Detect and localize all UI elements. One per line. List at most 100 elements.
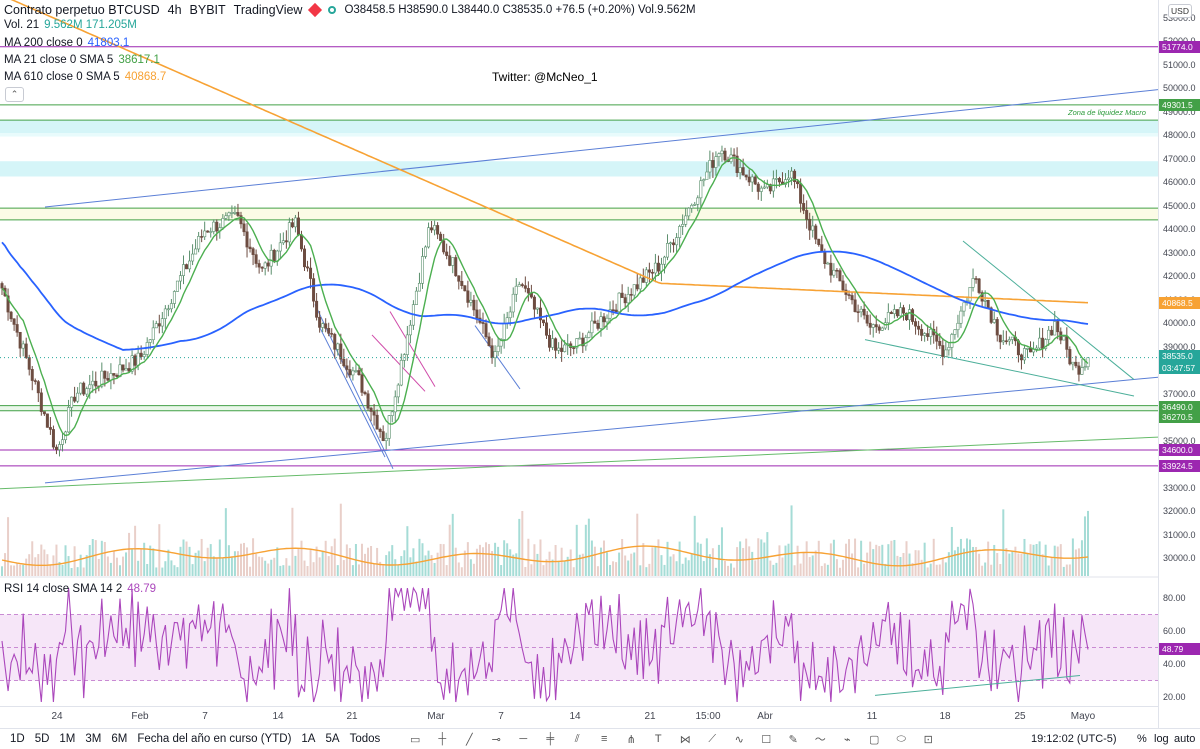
volume-bar bbox=[4, 553, 7, 576]
volume-bar bbox=[793, 565, 796, 576]
collapse-legend-button[interactable]: ⌃ bbox=[5, 87, 24, 102]
candle bbox=[1038, 337, 1042, 349]
candle bbox=[466, 290, 470, 303]
projection-icon[interactable]: ☐ bbox=[758, 731, 774, 747]
rsi-tick: 80.00 bbox=[1163, 593, 1186, 603]
percent-toggle[interactable]: % bbox=[1137, 733, 1147, 745]
volume-bar bbox=[720, 527, 723, 576]
log-toggle[interactable]: log bbox=[1154, 733, 1169, 745]
timeframe-button[interactable]: Fecha del año en curso (YTD) bbox=[137, 733, 291, 745]
price-chart[interactable] bbox=[0, 0, 1158, 728]
timeframe-button[interactable]: 1D bbox=[10, 733, 25, 745]
rectangle-icon[interactable]: ▢ bbox=[866, 731, 882, 747]
trendline-icon[interactable]: ╱ bbox=[461, 731, 477, 747]
elliott-icon[interactable]: ∿ bbox=[731, 731, 747, 747]
pattern-icon[interactable]: ⋈ bbox=[677, 731, 693, 747]
indicator-legend-ma21[interactable]: MA 21 close 0 SMA 5 38617.1 bbox=[4, 54, 160, 66]
liquidity-zone-label[interactable]: Zona de liquidez Macro bbox=[1068, 108, 1146, 117]
volume-bar bbox=[805, 541, 808, 576]
currency-button[interactable]: USD bbox=[1168, 4, 1192, 18]
volume-bar bbox=[606, 552, 609, 576]
time-tick: 18 bbox=[939, 711, 951, 722]
wave-icon[interactable]: 〜 bbox=[812, 731, 828, 747]
time-axis[interactable]: 24 Feb 7 14 21 Mar 7 14 21 15:00 Abr 11 18 25 Mayo bbox=[0, 706, 1158, 728]
candle bbox=[753, 176, 757, 185]
timeframe-button[interactable]: Todos bbox=[350, 733, 381, 745]
timeframe-button[interactable]: 1A bbox=[301, 733, 315, 745]
falling-wedge-upper bbox=[962, 240, 1135, 380]
rsi-tick: 40.00 bbox=[1163, 659, 1186, 669]
xabcd-icon[interactable]: ⟋ bbox=[704, 731, 720, 747]
volume-bar bbox=[739, 541, 742, 576]
calendar-icon[interactable]: ▭ bbox=[407, 731, 423, 747]
indicator-legend-ma610[interactable]: MA 610 close 0 SMA 5 40868.7 bbox=[4, 71, 166, 83]
volume-bar bbox=[1041, 554, 1044, 576]
volume-bar bbox=[929, 563, 932, 576]
flag-icon[interactable] bbox=[308, 2, 323, 18]
timeframe-button[interactable]: 3M bbox=[85, 733, 101, 745]
pitchfork-icon[interactable]: ⋔ bbox=[623, 731, 639, 747]
clock-display[interactable]: 19:12:02 (UTC-5) bbox=[1031, 733, 1117, 745]
twitter-annotation[interactable]: Twitter: @McNeo_1 bbox=[492, 70, 598, 84]
symbol-name[interactable]: Contrato perpetuo BTCUSD bbox=[4, 3, 160, 17]
candle bbox=[27, 357, 31, 370]
candle bbox=[962, 302, 966, 312]
volume-bar bbox=[769, 560, 772, 576]
candle bbox=[995, 319, 999, 336]
chart-area[interactable]: Contrato perpetuo BTCUSD 4h BYBIT Tradin… bbox=[0, 0, 1185, 728]
volume-bar bbox=[364, 553, 367, 576]
candle bbox=[747, 176, 751, 183]
candle bbox=[472, 299, 476, 311]
vertical-line-icon[interactable]: ╪ bbox=[542, 731, 558, 747]
candle bbox=[396, 384, 400, 398]
timeframe-button[interactable]: 6M bbox=[111, 733, 127, 745]
crosshair-icon[interactable]: ┼ bbox=[434, 731, 450, 747]
volume-bar bbox=[572, 567, 575, 576]
candle bbox=[439, 233, 443, 241]
candle bbox=[638, 277, 642, 290]
candle bbox=[587, 332, 591, 338]
volume-bar bbox=[297, 549, 300, 576]
volume-bar bbox=[106, 556, 109, 576]
horizontal-line-icon[interactable]: ─ bbox=[515, 731, 531, 747]
volume-bar bbox=[684, 557, 687, 576]
volume-bar bbox=[7, 517, 10, 576]
volume-bar bbox=[1053, 545, 1056, 576]
indicator-legend-ma200[interactable]: MA 200 close 0 41803.1 bbox=[4, 37, 129, 49]
candle bbox=[762, 186, 766, 189]
fib-icon[interactable]: ≡ bbox=[596, 731, 612, 747]
candle bbox=[369, 407, 373, 412]
candle bbox=[487, 336, 491, 347]
interval-label[interactable]: 4h bbox=[168, 3, 182, 17]
channel-icon[interactable]: ⫽ bbox=[569, 731, 585, 747]
text-icon[interactable]: T bbox=[650, 731, 666, 747]
timeframe-button[interactable]: 5D bbox=[35, 733, 50, 745]
volume-bar bbox=[757, 538, 760, 576]
path-icon[interactable]: ⌁ bbox=[839, 731, 855, 747]
candle bbox=[971, 278, 975, 288]
brush-icon[interactable]: ✎ bbox=[785, 731, 801, 747]
candle bbox=[901, 307, 905, 314]
timeframe-button[interactable]: 1M bbox=[59, 733, 75, 745]
candle bbox=[360, 374, 364, 393]
candle bbox=[1029, 348, 1033, 353]
timeframe-button[interactable]: 5A bbox=[325, 733, 339, 745]
candle bbox=[868, 322, 872, 328]
rsi-legend[interactable]: RSI 14 close SMA 14 2 48.79 bbox=[4, 583, 156, 595]
ellipse-icon[interactable]: ⬭ bbox=[893, 731, 909, 747]
price-tick: 48000.0 bbox=[1163, 130, 1196, 141]
volume-bar bbox=[569, 549, 572, 576]
indicator-legend-volume[interactable]: Vol. 21 9.562M 171.205M bbox=[4, 19, 137, 31]
volume-bar bbox=[1065, 564, 1068, 576]
volume-bar bbox=[624, 555, 627, 576]
candle bbox=[1025, 348, 1029, 350]
auto-toggle[interactable]: auto bbox=[1174, 733, 1195, 745]
candle bbox=[650, 271, 654, 274]
volume-bar bbox=[321, 550, 324, 576]
candle bbox=[938, 340, 942, 346]
polyline-icon[interactable]: ⊡ bbox=[920, 731, 936, 747]
candle bbox=[12, 318, 16, 325]
price-axis[interactable]: 53000.052000.051000.050000.049000.048000… bbox=[1158, 0, 1200, 728]
volume-bar bbox=[49, 564, 52, 576]
horizontal-ray-icon[interactable]: ⊸ bbox=[488, 731, 504, 747]
